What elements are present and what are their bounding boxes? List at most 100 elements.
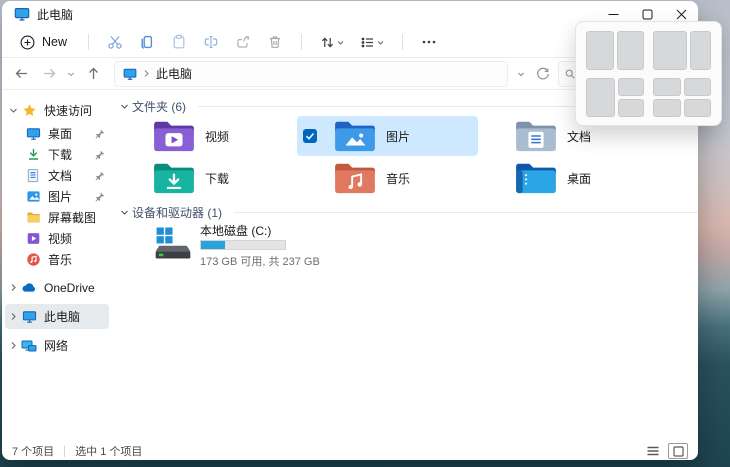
new-button[interactable]: New bbox=[12, 32, 77, 53]
pin-icon bbox=[95, 171, 105, 181]
drive-tile-local-disk-c[interactable]: 本地磁盘 (C:) 173 GB 可用, 共 237 GB bbox=[152, 224, 698, 269]
this-pc-icon bbox=[21, 309, 37, 325]
desktop: { "window": { "title": "此电脑" }, "toolbar… bbox=[0, 0, 730, 467]
delete-icon[interactable] bbox=[260, 30, 290, 54]
snap-zone[interactable] bbox=[653, 99, 681, 117]
sidebar-item-onedrive[interactable]: OneDrive bbox=[5, 275, 109, 300]
sidebar-item-pictures[interactable]: 图片 bbox=[5, 186, 109, 207]
snap-zone[interactable] bbox=[586, 31, 614, 70]
address-dropdown-chevron-icon[interactable] bbox=[514, 62, 528, 86]
pin-icon bbox=[95, 129, 105, 139]
pictures-icon bbox=[25, 189, 41, 205]
sidebar-item-screenshots[interactable]: 屏幕截图 bbox=[5, 207, 109, 228]
sidebar-item-documents[interactable]: 文档 bbox=[5, 165, 109, 186]
thumbnails-view-icon[interactable] bbox=[668, 443, 688, 459]
sort-icon[interactable] bbox=[313, 30, 351, 54]
sidebar-item-label: 下载 bbox=[48, 146, 72, 163]
downloads-folder-icon bbox=[152, 160, 196, 196]
copy-icon[interactable] bbox=[132, 30, 162, 54]
divider bbox=[402, 34, 403, 50]
snap-zone[interactable] bbox=[690, 31, 711, 70]
selected-checkbox[interactable] bbox=[303, 129, 317, 143]
snap-zone[interactable] bbox=[653, 78, 681, 96]
chevron-right-icon[interactable] bbox=[5, 283, 21, 292]
folder-label: 音乐 bbox=[386, 170, 410, 187]
sidebar-item-network[interactable]: 网络 bbox=[5, 333, 109, 358]
folder-label: 图片 bbox=[386, 128, 410, 145]
new-button-label: New bbox=[42, 35, 67, 49]
folder-tile-pictures[interactable]: 图片 bbox=[297, 116, 478, 156]
drive-name: 本地磁盘 (C:) bbox=[200, 224, 320, 238]
group-rule bbox=[234, 212, 698, 213]
folder-tile-downloads[interactable]: 下载 bbox=[116, 158, 297, 198]
documents-folder-icon bbox=[514, 118, 558, 154]
sidebar-item-label: 桌面 bbox=[48, 125, 72, 142]
refresh-icon[interactable] bbox=[530, 62, 556, 86]
snap-zone[interactable] bbox=[618, 78, 645, 96]
snap-zone[interactable] bbox=[653, 31, 687, 70]
group-title: 设备和驱动器 (1) bbox=[132, 204, 222, 221]
snap-zone[interactable] bbox=[684, 99, 712, 117]
share-icon[interactable] bbox=[228, 30, 258, 54]
snap-option-split-two-wide-left[interactable] bbox=[653, 31, 711, 70]
chevron-down-icon[interactable] bbox=[116, 102, 132, 111]
snap-option-quad-grid[interactable] bbox=[653, 78, 711, 117]
selected-count: 选中 1 个项目 bbox=[75, 443, 142, 459]
snap-zone[interactable] bbox=[586, 78, 615, 117]
rename-icon[interactable] bbox=[196, 30, 226, 54]
star-icon bbox=[21, 103, 37, 119]
snap-zone[interactable] bbox=[618, 99, 645, 117]
sidebar-item-label: 屏幕截图 bbox=[48, 209, 96, 226]
view-icon[interactable] bbox=[353, 30, 391, 54]
chevron-down-icon[interactable] bbox=[116, 208, 132, 217]
paste-icon[interactable] bbox=[164, 30, 194, 54]
snap-option-left-plus-two-stacked[interactable] bbox=[586, 78, 644, 117]
plus-circle-icon bbox=[20, 35, 35, 50]
pin-icon bbox=[95, 192, 105, 202]
up-icon[interactable] bbox=[80, 62, 106, 86]
group-header-devices[interactable]: 设备和驱动器 (1) bbox=[116, 204, 698, 220]
download-icon bbox=[25, 147, 41, 163]
folder-icon bbox=[25, 210, 41, 226]
sidebar-item-label: 文档 bbox=[48, 167, 72, 184]
group-title: 文件夹 (6) bbox=[132, 98, 186, 115]
recent-locations-chevron-icon[interactable] bbox=[64, 62, 78, 86]
chevron-down-icon[interactable] bbox=[5, 106, 21, 115]
folder-tile-desktop[interactable]: 桌面 bbox=[478, 158, 659, 198]
chevron-right-icon[interactable] bbox=[5, 341, 21, 350]
sidebar-item-videos[interactable]: 视频 bbox=[5, 228, 109, 249]
snap-option-split-two-equal[interactable] bbox=[586, 31, 644, 70]
sidebar-item-desktop[interactable]: 桌面 bbox=[5, 123, 109, 144]
sidebar-item-label: 图片 bbox=[48, 188, 72, 205]
sidebar-item-this-pc[interactable]: 此电脑 bbox=[5, 304, 109, 329]
navigation-pane: 快速访问 桌面 下载 文档 图片 bbox=[2, 90, 112, 442]
drive-capacity: 173 GB 可用, 共 237 GB bbox=[200, 253, 320, 269]
sidebar-item-label: 视频 bbox=[48, 230, 72, 247]
sidebar-item-music[interactable]: 音乐 bbox=[5, 249, 109, 270]
address-bar[interactable]: 此电脑 bbox=[114, 61, 508, 87]
folder-tile-videos[interactable]: 视频 bbox=[116, 116, 297, 156]
more-options-icon[interactable] bbox=[414, 30, 444, 54]
music-icon bbox=[25, 252, 41, 268]
videos-folder-icon bbox=[152, 118, 196, 154]
document-icon bbox=[25, 168, 41, 184]
breadcrumb-chevron-icon bbox=[143, 69, 150, 78]
folder-label: 下载 bbox=[205, 170, 229, 187]
details-view-icon[interactable] bbox=[644, 444, 662, 458]
forward-icon[interactable] bbox=[36, 62, 62, 86]
sidebar-item-downloads[interactable]: 下载 bbox=[5, 144, 109, 165]
items-view: 文件夹 (6) 视频 bbox=[112, 90, 698, 442]
folder-label: 文档 bbox=[567, 128, 591, 145]
desktop-icon bbox=[25, 126, 41, 142]
chevron-right-icon[interactable] bbox=[5, 312, 21, 321]
sidebar-item-quick-access[interactable]: 快速访问 bbox=[5, 98, 109, 123]
cut-icon[interactable] bbox=[100, 30, 130, 54]
sidebar-item-label: 快速访问 bbox=[44, 102, 92, 119]
back-icon[interactable] bbox=[8, 62, 34, 86]
snap-zone[interactable] bbox=[684, 78, 712, 96]
check-icon bbox=[305, 131, 315, 141]
snap-zone[interactable] bbox=[617, 31, 645, 70]
drive-info: 本地磁盘 (C:) 173 GB 可用, 共 237 GB bbox=[200, 224, 320, 269]
breadcrumb-item[interactable]: 此电脑 bbox=[156, 65, 192, 82]
folder-tile-music[interactable]: 音乐 bbox=[297, 158, 478, 198]
